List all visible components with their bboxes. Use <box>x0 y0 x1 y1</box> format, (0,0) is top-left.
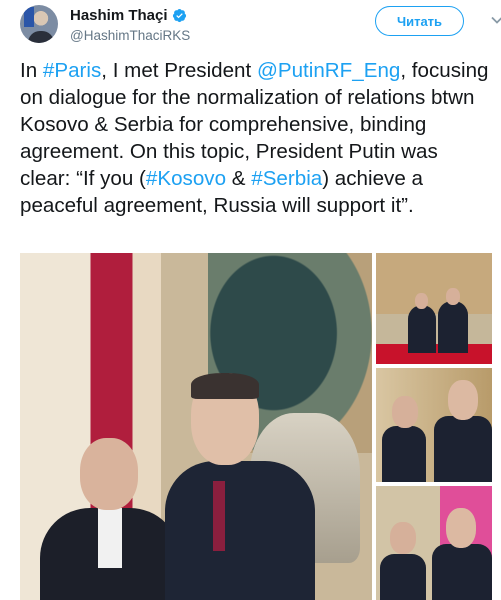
tweet-text: In #Paris, I met President @PutinRF_Eng,… <box>20 57 490 219</box>
mention-link[interactable]: @PutinRF_Eng <box>257 59 400 82</box>
person-right <box>165 373 315 600</box>
display-name[interactable]: Hashim Thaçi <box>70 7 168 24</box>
avatar[interactable] <box>20 5 58 43</box>
photo-side-1[interactable] <box>376 253 492 364</box>
verified-badge-icon <box>172 8 186 23</box>
chevron-down-icon[interactable] <box>490 13 501 27</box>
hashtag-link[interactable]: #Serbia <box>251 167 322 190</box>
photo-main[interactable] <box>20 253 372 600</box>
tweet-text-segment: In <box>20 59 43 82</box>
hashtag-link[interactable]: #Paris <box>43 59 101 82</box>
person-left <box>40 438 180 600</box>
tweet-header: Hashim Thaçi @HashimThaciRKS Читать <box>20 5 501 45</box>
hashtag-link[interactable]: #Kosovo <box>146 167 226 190</box>
avatar-suit <box>28 31 54 43</box>
flag-graphic <box>24 7 34 27</box>
photo-grid <box>20 253 492 600</box>
tweet-text-segment: , I met President <box>101 59 257 82</box>
follow-button[interactable]: Читать <box>375 6 464 36</box>
photo-side-2[interactable] <box>376 368 492 482</box>
photo-side-3[interactable] <box>376 486 492 600</box>
tweet-text-segment: & <box>226 167 252 190</box>
author-block[interactable]: Hashim Thaçi @HashimThaciRKS <box>70 7 190 43</box>
user-handle[interactable]: @HashimThaciRKS <box>70 28 190 43</box>
